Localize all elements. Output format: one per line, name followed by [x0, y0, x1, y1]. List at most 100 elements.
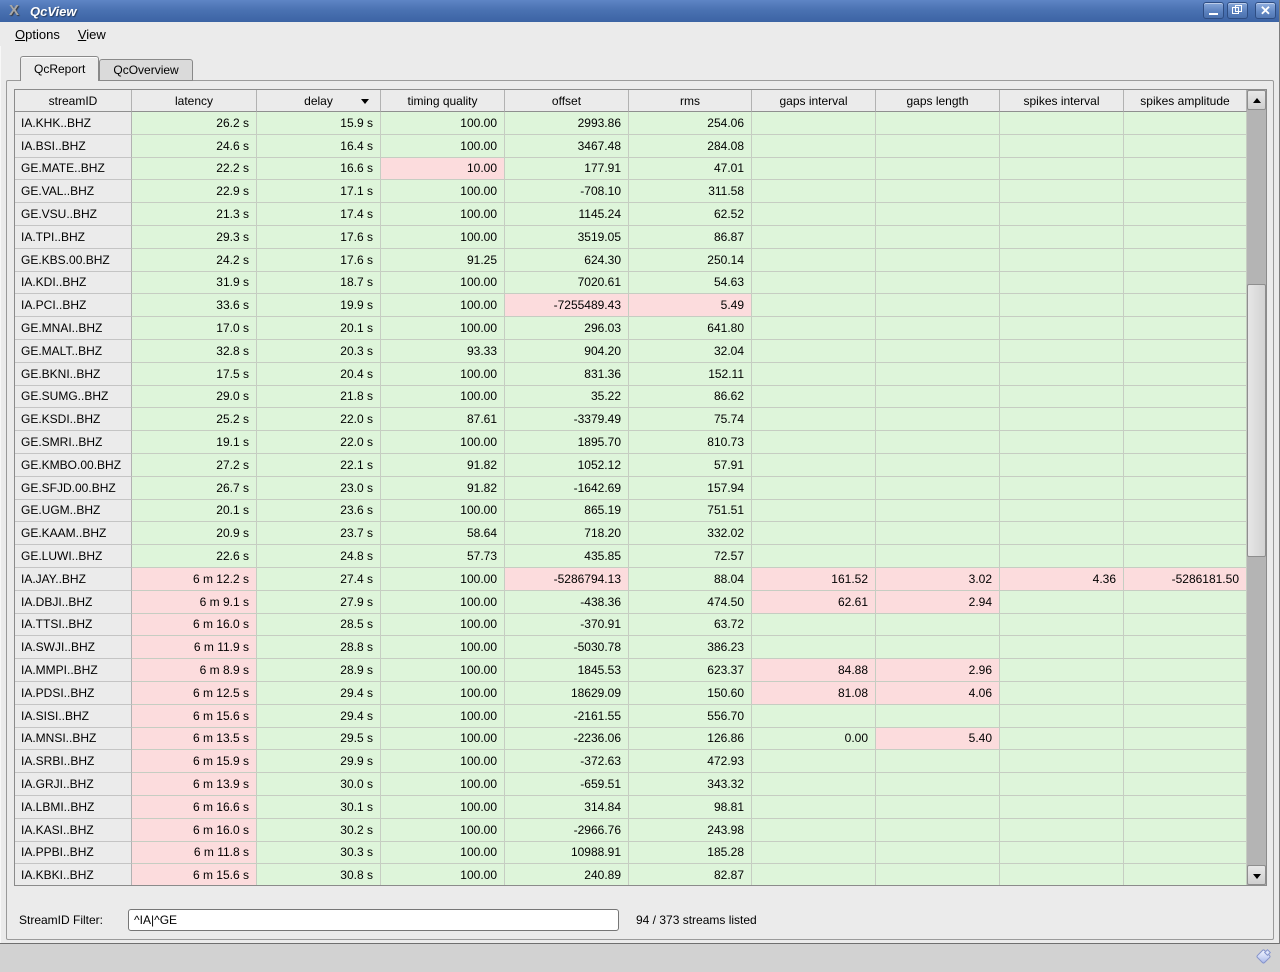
qc-value-cell[interactable]: 21.8 s	[257, 386, 381, 409]
qc-value-cell[interactable]: 32.04	[629, 340, 752, 363]
qc-value-cell[interactable]	[876, 500, 1000, 523]
qc-value-cell[interactable]: 29.0 s	[132, 386, 257, 409]
qc-value-cell[interactable]: 23.0 s	[257, 477, 381, 500]
qc-value-cell[interactable]: 20.1 s	[132, 500, 257, 523]
qc-value-cell[interactable]	[1000, 386, 1124, 409]
qc-value-cell[interactable]: 20.9 s	[132, 522, 257, 545]
qc-value-cell[interactable]: 22.2 s	[132, 158, 257, 181]
qc-value-cell[interactable]	[1000, 636, 1124, 659]
qc-value-cell[interactable]: 100.00	[381, 500, 505, 523]
qc-value-cell[interactable]: 6 m 8.9 s	[132, 659, 257, 682]
qc-value-cell[interactable]	[1000, 842, 1124, 865]
qc-value-cell[interactable]	[876, 477, 1000, 500]
qc-value-cell[interactable]: 6 m 13.5 s	[132, 728, 257, 751]
qc-value-cell[interactable]: 100.00	[381, 591, 505, 614]
qc-value-cell[interactable]: 18.7 s	[257, 272, 381, 295]
qc-value-cell[interactable]: 6 m 15.9 s	[132, 750, 257, 773]
stream-id-cell[interactable]: IA.MNSI..BHZ	[15, 728, 132, 751]
stream-id-cell[interactable]: IA.KASI..BHZ	[15, 819, 132, 842]
qc-value-cell[interactable]: 29.5 s	[257, 728, 381, 751]
qc-value-cell[interactable]: 6 m 12.2 s	[132, 568, 257, 591]
qc-value-cell[interactable]	[876, 386, 1000, 409]
stream-id-cell[interactable]: GE.SMRI..BHZ	[15, 431, 132, 454]
qc-value-cell[interactable]: 100.00	[381, 819, 505, 842]
qc-value-cell[interactable]	[1000, 158, 1124, 181]
qc-value-cell[interactable]: 6 m 13.9 s	[132, 773, 257, 796]
qc-value-cell[interactable]	[1000, 728, 1124, 751]
qc-value-cell[interactable]	[1124, 454, 1247, 477]
qc-value-cell[interactable]: 27.9 s	[257, 591, 381, 614]
qc-value-cell[interactable]	[1000, 249, 1124, 272]
qc-value-cell[interactable]: 22.9 s	[132, 180, 257, 203]
stream-filter-input[interactable]	[128, 909, 619, 931]
qc-value-cell[interactable]: 100.00	[381, 272, 505, 295]
qc-value-cell[interactable]: 21.3 s	[132, 203, 257, 226]
qc-value-cell[interactable]	[1000, 659, 1124, 682]
qc-value-cell[interactable]	[1124, 249, 1247, 272]
qc-value-cell[interactable]: 100.00	[381, 135, 505, 158]
stream-id-cell[interactable]: IA.SISI..BHZ	[15, 705, 132, 728]
qc-value-cell[interactable]: 25.2 s	[132, 408, 257, 431]
qc-value-cell[interactable]	[1124, 431, 1247, 454]
qc-value-cell[interactable]	[1000, 203, 1124, 226]
qc-value-cell[interactable]: 1845.53	[505, 659, 629, 682]
qc-value-cell[interactable]: 23.7 s	[257, 522, 381, 545]
qc-value-cell[interactable]	[752, 112, 876, 135]
qc-value-cell[interactable]	[1124, 705, 1247, 728]
stream-id-cell[interactable]: IA.KBKI..BHZ	[15, 864, 132, 885]
qc-value-cell[interactable]: 831.36	[505, 363, 629, 386]
stream-id-cell[interactable]: IA.JAY..BHZ	[15, 568, 132, 591]
qc-value-cell[interactable]	[752, 408, 876, 431]
qc-value-cell[interactable]	[1124, 842, 1247, 865]
qc-value-cell[interactable]: 1145.24	[505, 203, 629, 226]
qc-value-cell[interactable]	[1124, 522, 1247, 545]
qc-value-cell[interactable]	[876, 112, 1000, 135]
qc-value-cell[interactable]	[1124, 728, 1247, 751]
qc-value-cell[interactable]: 91.82	[381, 454, 505, 477]
qc-value-cell[interactable]	[876, 180, 1000, 203]
qc-value-cell[interactable]	[752, 180, 876, 203]
qc-value-cell[interactable]	[752, 636, 876, 659]
qc-value-cell[interactable]: 6 m 16.6 s	[132, 796, 257, 819]
qc-value-cell[interactable]: 87.61	[381, 408, 505, 431]
stream-id-cell[interactable]: IA.BSI..BHZ	[15, 135, 132, 158]
stream-id-cell[interactable]: GE.VSU..BHZ	[15, 203, 132, 226]
qc-value-cell[interactable]	[1000, 477, 1124, 500]
qc-value-cell[interactable]	[876, 317, 1000, 340]
qc-value-cell[interactable]: 24.2 s	[132, 249, 257, 272]
qc-value-cell[interactable]: 161.52	[752, 568, 876, 591]
qc-value-cell[interactable]: 22.0 s	[257, 431, 381, 454]
qc-value-cell[interactable]: -372.63	[505, 750, 629, 773]
qc-value-cell[interactable]: 4.06	[876, 682, 1000, 705]
qc-value-cell[interactable]: 30.1 s	[257, 796, 381, 819]
qc-value-cell[interactable]: 904.20	[505, 340, 629, 363]
qc-value-cell[interactable]	[752, 386, 876, 409]
menu-view[interactable]: View	[69, 24, 115, 45]
qc-value-cell[interactable]	[1000, 135, 1124, 158]
stream-id-cell[interactable]: GE.LUWI..BHZ	[15, 545, 132, 568]
qc-value-cell[interactable]: 22.0 s	[257, 408, 381, 431]
qc-value-cell[interactable]: 20.3 s	[257, 340, 381, 363]
qc-value-cell[interactable]: 240.89	[505, 864, 629, 885]
qc-value-cell[interactable]: 0.00	[752, 728, 876, 751]
qc-value-cell[interactable]	[752, 340, 876, 363]
qc-value-cell[interactable]: 810.73	[629, 431, 752, 454]
qc-value-cell[interactable]: 63.72	[629, 614, 752, 637]
qc-value-cell[interactable]	[876, 819, 1000, 842]
qc-value-cell[interactable]: 17.4 s	[257, 203, 381, 226]
qc-value-cell[interactable]	[752, 819, 876, 842]
qc-value-cell[interactable]: 6 m 15.6 s	[132, 705, 257, 728]
qc-value-cell[interactable]: 26.7 s	[132, 477, 257, 500]
stream-id-cell[interactable]: IA.TPI..BHZ	[15, 226, 132, 249]
column-header-delay[interactable]: delay	[257, 90, 381, 112]
scrollbar-thumb[interactable]	[1247, 284, 1266, 557]
qc-value-cell[interactable]	[1124, 226, 1247, 249]
qc-value-cell[interactable]: 23.6 s	[257, 500, 381, 523]
qc-value-cell[interactable]: 57.73	[381, 545, 505, 568]
qc-value-cell[interactable]: 22.1 s	[257, 454, 381, 477]
stream-id-cell[interactable]: GE.KBS.00.BHZ	[15, 249, 132, 272]
qc-value-cell[interactable]	[876, 226, 1000, 249]
qc-value-cell[interactable]: 100.00	[381, 750, 505, 773]
qc-value-cell[interactable]: 33.6 s	[132, 294, 257, 317]
stream-id-cell[interactable]: GE.KAAM..BHZ	[15, 522, 132, 545]
